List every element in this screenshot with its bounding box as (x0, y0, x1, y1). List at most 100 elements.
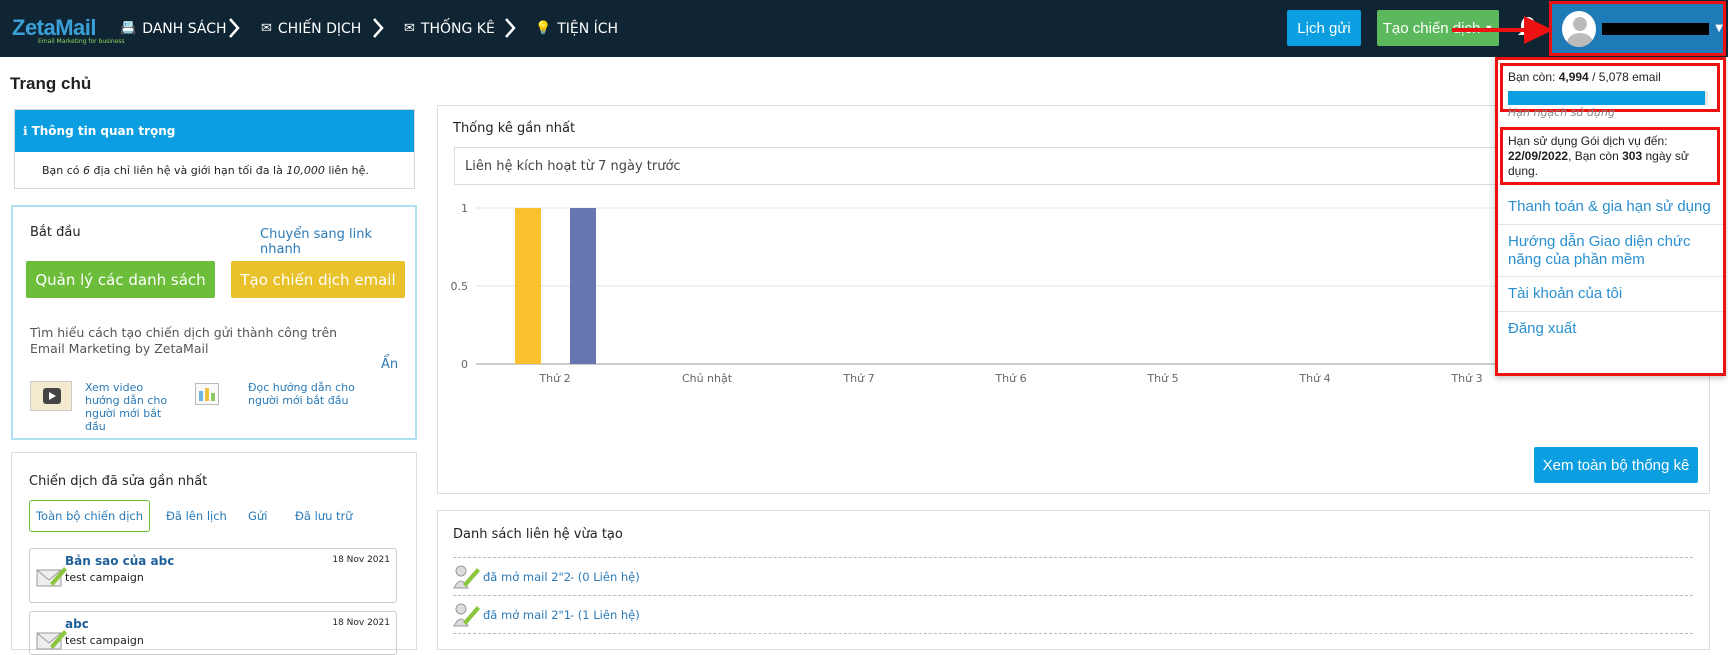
switch-quick-link[interactable]: Chuyển sang link nhanh (260, 227, 415, 257)
nav-chien-dich[interactable]: ✉ CHIẾN DỊCH (261, 0, 361, 57)
stats-range-select[interactable]: Liên hệ kích hoạt từ 7 ngày trước (454, 147, 1546, 185)
contact-list-name[interactable]: đã mở mail 2"1 (483, 608, 571, 622)
redacted-username (1602, 22, 1710, 35)
recent-contacts-panel: Danh sách liên hệ vừa tạo đã mở mail 2"2… (437, 510, 1710, 650)
y-tick-label: 0.5 (451, 280, 469, 293)
x-tick-label: Thứ 3 (1450, 372, 1482, 385)
y-tick-label: 1 (461, 202, 468, 215)
learn-text: Tìm hiểu cách tạo chiến dịch gửi thành c… (30, 325, 338, 356)
menu-my-account[interactable]: Tài khoản của tôi (1508, 285, 1622, 303)
important-info-panel: ℹ Thông tin quan trọng Bạn có 6 địa chỉ … (14, 109, 415, 189)
mail-icon: ✉ (261, 21, 272, 36)
tab-archived[interactable]: Đã lưu trữ (295, 509, 353, 523)
user-menu-toggle[interactable]: ▼ (1549, 1, 1726, 56)
campaign-subject: test campaign (65, 571, 144, 584)
contact-edit-icon (453, 565, 480, 589)
contact-limit: 10,000 (286, 164, 325, 177)
tab-sent[interactable]: Gửi (248, 509, 267, 523)
nav-label: CHIẾN DỊCH (277, 20, 362, 37)
campaign-name[interactable]: abc (65, 617, 89, 631)
tab-scheduled[interactable]: Đã lên lịch (166, 509, 227, 523)
quota-text: Bạn còn: 4,994 / 5,078 email (1508, 70, 1661, 84)
list-item[interactable]: đã mở mail 2"2 - (0 Liên hệ) (453, 562, 853, 592)
chevron-right-icon (373, 18, 384, 38)
page-title: Trang chủ (10, 74, 92, 93)
nav-label: DANH SÁCH (142, 20, 227, 37)
video-guide-link[interactable]: Xem video hướng dẫn cho người mới bắt đầ… (85, 381, 177, 433)
bulb-icon: 💡 (535, 21, 552, 36)
video-thumbnail-icon[interactable] (30, 381, 72, 411)
edit-mail-icon (36, 630, 67, 650)
recent-title: Chiến dịch đã sửa gần nhất (29, 474, 208, 489)
contact-edit-icon (453, 603, 480, 627)
menu-logout[interactable]: Đăng xuất (1508, 320, 1576, 338)
list-item[interactable]: abc test campaign 18 Nov 2021 (29, 611, 397, 655)
expiry-text: Hạn sử dụng Gói dịch vụ đến: 22/09/2022,… (1508, 134, 1713, 179)
recent-campaigns-panel: Chiến dịch đã sửa gần nhất Toàn bộ chiến… (11, 452, 417, 655)
view-all-stats-button[interactable]: Xem toàn bộ thống kê (1534, 447, 1698, 483)
contact-list-count: - (1 Liên hệ) (570, 608, 640, 622)
nav-thong-ke[interactable]: ✉ THỐNG KÊ (404, 0, 495, 57)
contact-list-count: - (0 Liên hệ) (570, 570, 640, 584)
getting-started-panel: Bắt đầu Chuyển sang link nhanh Quản lý c… (11, 205, 417, 440)
caret-down-icon: ▼ (1715, 23, 1723, 34)
quota-progress-bar (1508, 91, 1708, 105)
list-item[interactable]: đã mở mail 2"1 - (1 Liên hệ) (453, 600, 853, 630)
menu-interface-guide[interactable]: Hướng dẫn Giao diện chức năng của phần m… (1508, 233, 1713, 269)
panel-title: Thông tin quan trọng (31, 124, 176, 138)
x-tick-label: Thứ 2 (538, 372, 570, 385)
x-tick-label: Thứ 6 (994, 372, 1026, 385)
list-item[interactable]: Bản sao của abc test campaign 18 Nov 202… (29, 548, 397, 603)
nav-label: TIỆN ÍCH (557, 20, 619, 37)
menu-payment-renewal[interactable]: Thanh toán & gia hạn sử dụng (1508, 198, 1711, 216)
list-icon: 📇 (120, 21, 137, 36)
campaign-name[interactable]: Bản sao của abc (65, 554, 174, 568)
quota-remaining: 4,994 (1558, 70, 1589, 84)
campaign-date: 18 Nov 2021 (332, 618, 390, 628)
info-text: Bạn có 6 địa chỉ liên hệ và giới hạn tối… (15, 152, 414, 177)
tab-all-campaigns[interactable]: Toàn bộ chiến dịch (29, 500, 150, 532)
info-post: liên hệ. (324, 164, 369, 177)
x-tick-label: Thứ 7 (842, 372, 874, 385)
contact-list-name[interactable]: đã mở mail 2"2 (483, 570, 571, 584)
chart-bar (515, 208, 541, 364)
x-tick-label: Chủ nhật (682, 372, 733, 385)
y-tick-label: 0 (461, 358, 468, 371)
quota-caption: Hạn ngạch sử dụng (1508, 106, 1615, 119)
nav-label: THỐNG KÊ (420, 20, 495, 37)
zetamail-logo[interactable]: ZetaMail Email Marketing for business (12, 8, 125, 48)
expiry-line1: Hạn sử dụng Gói dịch vụ đến: (1508, 134, 1668, 148)
expiry-days: 303 (1622, 149, 1643, 163)
nav-danh-sach[interactable]: 📇 DANH SÁCH (120, 0, 227, 57)
user-dropdown-menu: Bạn còn: 4,994 / 5,078 email Hạn ngạch s… (1495, 57, 1726, 376)
avatar (1562, 10, 1597, 47)
annotation-arrow-icon (1452, 16, 1553, 44)
stats-title: Thống kê gần nhất (453, 121, 576, 136)
doc-guide-link[interactable]: Đọc hướng dẫn cho người mới bắt đầu (248, 381, 366, 407)
x-tick-label: Thứ 4 (1298, 372, 1330, 385)
create-email-campaign-button[interactable]: Tạo chiến dịch email (231, 261, 405, 298)
hide-link[interactable]: Ẩn (381, 357, 398, 372)
contacts-title: Danh sách liên hệ vừa tạo (453, 527, 623, 542)
x-tick-label: Thứ 5 (1146, 372, 1178, 385)
chevron-right-icon (505, 18, 516, 38)
nav-tien-ich[interactable]: 💡 TIỆN ÍCH (535, 0, 618, 57)
edit-mail-icon (36, 567, 67, 587)
quota-progress-fill (1508, 91, 1705, 105)
quota-total: / 5,078 email (1588, 70, 1661, 84)
campaign-date: 18 Nov 2021 (332, 555, 390, 565)
mail-icon: ✉ (404, 21, 415, 36)
expiry-date: 22/09/2022 (1508, 149, 1569, 163)
info-mid: địa chỉ liên hệ và giới hạn tối đa là (90, 164, 287, 177)
manage-lists-button[interactable]: Quản lý các danh sách (26, 261, 215, 298)
logo-subtitle: Email Marketing for business (38, 38, 125, 45)
info-pre: Bạn có (42, 164, 84, 177)
chart-bar (570, 208, 596, 364)
campaign-subject: test campaign (65, 634, 144, 647)
document-icon[interactable] (195, 379, 225, 405)
panel-header: ℹ Thông tin quan trọng (15, 110, 414, 152)
quota-label: Bạn còn: (1508, 70, 1559, 84)
lich-gui-button[interactable]: Lịch gửi (1287, 10, 1361, 46)
start-title: Bắt đầu (30, 225, 81, 240)
chevron-right-icon (229, 18, 240, 38)
